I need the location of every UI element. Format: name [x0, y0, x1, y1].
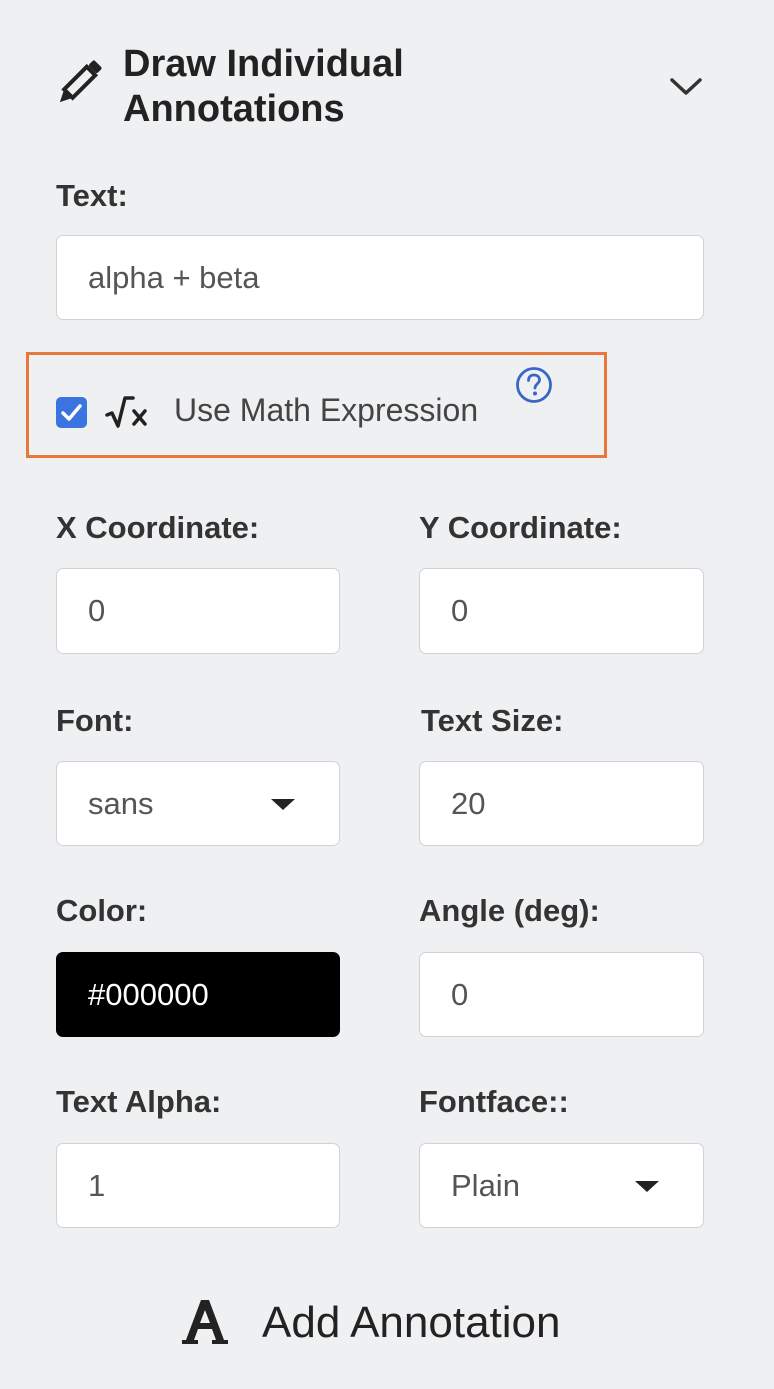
angle-value: 0 — [451, 976, 469, 1012]
font-selected-value: sans — [88, 785, 154, 821]
math-expression-label: Use Math Expression — [174, 392, 479, 428]
add-annotation-button[interactable]: Add Annotation — [180, 1290, 600, 1360]
fontface-selected-value: Plain — [451, 1167, 520, 1203]
chevron-down-icon[interactable] — [664, 68, 708, 104]
text-alpha-input[interactable]: 1 — [56, 1143, 340, 1228]
font-select[interactable]: sans — [56, 761, 340, 846]
y-coordinate-input[interactable]: 0 — [419, 568, 704, 654]
text-size-label: Text Size: — [421, 703, 564, 738]
question-circle-icon[interactable] — [515, 366, 553, 404]
text-alpha-label: Text Alpha: — [56, 1084, 222, 1119]
y-coordinate-label: Y Coordinate: — [419, 510, 622, 545]
color-value: #000000 — [88, 976, 209, 1012]
panel-header[interactable]: Draw Individual Annotations — [54, 40, 714, 135]
x-coordinate-value: 0 — [88, 593, 106, 628]
text-size-value: 20 — [451, 785, 486, 821]
text-alpha-value: 1 — [88, 1167, 106, 1203]
square-root-icon — [105, 396, 147, 428]
add-annotation-label: Add Annotation — [262, 1298, 561, 1347]
pencil-icon — [59, 60, 102, 103]
text-input-value: alpha + beta — [88, 259, 260, 295]
checkmark-icon — [61, 404, 82, 421]
font-letter-a-icon — [182, 1300, 228, 1344]
caret-down-icon — [635, 1181, 659, 1192]
y-coordinate-value: 0 — [451, 593, 469, 628]
text-size-input[interactable]: 20 — [419, 761, 704, 846]
x-coordinate-input[interactable]: 0 — [56, 568, 340, 654]
angle-label: Angle (deg): — [419, 893, 600, 928]
color-input[interactable]: #000000 — [56, 952, 340, 1037]
annotation-panel: Draw Individual Annotations Text: alpha … — [0, 0, 774, 1389]
font-label: Font: — [56, 703, 134, 738]
fontface-select[interactable]: Plain — [419, 1143, 704, 1228]
fontface-label: Fontface:: — [419, 1084, 569, 1119]
math-expression-checkbox[interactable] — [56, 397, 87, 428]
caret-down-icon — [271, 799, 295, 810]
color-label: Color: — [56, 893, 148, 928]
text-input[interactable]: alpha + beta — [56, 235, 704, 320]
x-coordinate-label: X Coordinate: — [56, 510, 260, 545]
panel-title: Draw Individual Annotations — [123, 43, 404, 130]
angle-input[interactable]: 0 — [419, 952, 704, 1037]
text-label: Text: — [56, 178, 128, 213]
